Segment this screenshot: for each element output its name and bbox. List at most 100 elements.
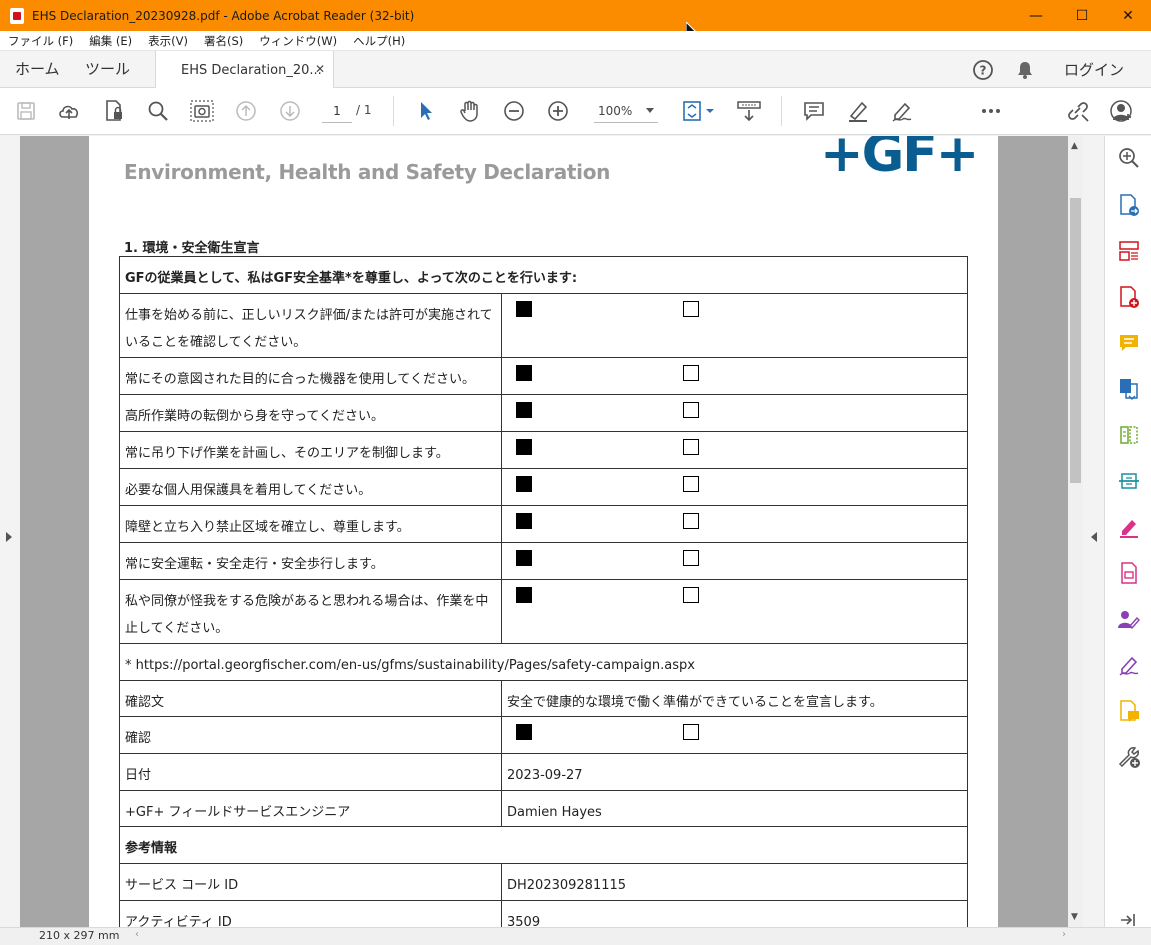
checked-checkbox[interactable] — [516, 439, 532, 455]
scroll-up-icon[interactable]: ▲ — [1071, 141, 1078, 151]
svg-text:?: ? — [980, 63, 987, 77]
menu-window[interactable]: ウィンドウ(W) — [251, 33, 345, 49]
protect-document-icon[interactable] — [102, 99, 126, 123]
scroll-down-icon[interactable]: ▼ — [1071, 912, 1078, 922]
declaration-table: GFの従業員として、私はGF安全基準*を尊重し、よって次のことを行います: 仕事… — [119, 256, 968, 927]
date-value: 2023-09-27 — [501, 753, 968, 791]
share-link-icon[interactable] — [1066, 99, 1090, 123]
checked-checkbox[interactable] — [516, 365, 532, 381]
add-account-icon[interactable] — [1110, 99, 1134, 123]
tab-tools[interactable]: ツール — [85, 51, 130, 88]
create-pdf-icon[interactable] — [1117, 285, 1141, 309]
toolbar-divider — [393, 96, 394, 126]
more-tools-icon[interactable] — [979, 99, 1003, 123]
checked-checkbox[interactable] — [516, 476, 532, 492]
zoom-out-icon[interactable] — [502, 99, 526, 123]
scan-ocr-icon[interactable] — [1117, 469, 1141, 493]
checked-checkbox[interactable] — [516, 402, 532, 418]
select-cursor-icon[interactable] — [414, 99, 438, 123]
highlight-pen-icon[interactable] — [846, 99, 870, 123]
comment-tool-icon[interactable] — [1117, 331, 1141, 355]
scroll-right-icon[interactable]: › — [1062, 929, 1066, 940]
scroll-mode-icon[interactable] — [737, 99, 761, 123]
notifications-bell-icon[interactable] — [1014, 59, 1036, 81]
right-panel-toggle[interactable] — [1083, 136, 1104, 927]
unchecked-checkbox[interactable] — [683, 724, 699, 740]
unchecked-checkbox[interactable] — [683, 439, 699, 455]
checked-checkbox[interactable] — [516, 301, 532, 317]
unchecked-checkbox[interactable] — [683, 513, 699, 529]
search-icon[interactable] — [146, 99, 170, 123]
checklist-item: 常に安全運転・安全走行・安全歩行します。 — [119, 542, 502, 580]
engineer-label: +GF+ フィールドサービスエンジニア — [119, 790, 502, 827]
menu-edit[interactable]: 編集 (E) — [81, 33, 140, 49]
footnote-link[interactable]: * https://portal.georgfischer.com/en-us/… — [119, 643, 968, 681]
horizontal-scrollbar[interactable]: ‹ › — [130, 929, 1068, 942]
hand-tool-icon[interactable] — [458, 99, 482, 123]
scroll-left-icon[interactable]: ‹ — [135, 929, 139, 940]
fill-sign-icon[interactable] — [890, 99, 914, 123]
checked-checkbox[interactable] — [516, 513, 532, 529]
menu-file[interactable]: ファイル (F) — [0, 33, 81, 49]
send-for-comments-icon[interactable] — [1117, 699, 1141, 723]
close-window-button[interactable]: ✕ — [1105, 0, 1151, 31]
comment-icon[interactable] — [802, 99, 826, 123]
close-tab-icon[interactable]: ✕ — [315, 62, 325, 76]
tools-panel — [1104, 136, 1151, 927]
minimize-button[interactable]: — — [1013, 0, 1059, 31]
activity-label: アクティビティ ID — [119, 900, 502, 927]
export-pdf-icon[interactable] — [1117, 193, 1141, 217]
table-row: 仕事を始める前に、正しいリスク評価/または許可が実施されていることを確認してくだ… — [119, 293, 968, 358]
unchecked-checkbox[interactable] — [683, 301, 699, 317]
checkbox-cell — [501, 357, 968, 395]
scrollbar-thumb[interactable] — [1070, 198, 1081, 483]
unchecked-checkbox[interactable] — [683, 476, 699, 492]
checklist-item: 仕事を始める前に、正しいリスク評価/または許可が実施されていることを確認してくだ… — [119, 293, 502, 358]
fill-and-sign-icon[interactable] — [1117, 515, 1141, 539]
certificates-icon[interactable] — [1117, 653, 1141, 677]
tab-document[interactable]: EHS Declaration_20... ✕ — [155, 51, 334, 89]
edit-pdf-icon[interactable] — [1117, 561, 1141, 585]
zoom-search-icon[interactable] — [1117, 146, 1141, 170]
table-row: 常にその意図された目的に合った機器を使用してください。 — [119, 357, 968, 395]
checklist-item: 私や同僚が怪我をする危険があると思われる場合は、作業を中止してください。 — [119, 579, 502, 644]
unchecked-checkbox[interactable] — [683, 587, 699, 603]
checked-checkbox[interactable] — [516, 587, 532, 603]
vertical-scrollbar[interactable]: ▲ ▼ — [1068, 136, 1083, 927]
save-icon[interactable] — [14, 99, 38, 123]
zoom-in-icon[interactable] — [546, 99, 570, 123]
unchecked-checkbox[interactable] — [683, 365, 699, 381]
cloud-upload-icon[interactable] — [57, 99, 81, 123]
checked-checkbox[interactable] — [516, 550, 532, 566]
table-header: GFの従業員として、私はGF安全基準*を尊重し、よって次のことを行います: — [119, 256, 968, 294]
request-signature-icon[interactable] — [1117, 607, 1141, 631]
previous-page-icon[interactable] — [234, 99, 258, 123]
next-page-icon[interactable] — [278, 99, 302, 123]
unchecked-checkbox[interactable] — [683, 402, 699, 418]
login-button[interactable]: ログイン — [1064, 59, 1124, 80]
table-row: 確認文 安全で健康的な環境で働く準備ができていることを宣言します。 — [119, 680, 968, 717]
unchecked-checkbox[interactable] — [683, 550, 699, 566]
left-panel-toggle[interactable] — [0, 136, 20, 927]
fit-page-icon[interactable] — [682, 99, 716, 123]
reference-heading: 参考情報 — [119, 826, 968, 864]
combine-files-icon[interactable] — [1117, 377, 1141, 401]
compare-files-icon[interactable] — [1117, 423, 1141, 447]
page-number-input[interactable] — [322, 99, 352, 123]
tab-home[interactable]: ホーム — [15, 51, 60, 88]
engineer-value: Damien Hayes — [501, 790, 968, 827]
section-heading: 1. 環境・安全衛生宣言 — [124, 241, 260, 256]
organize-pages-icon[interactable] — [1117, 239, 1141, 263]
menu-sign[interactable]: 署名(S) — [196, 33, 251, 49]
snapshot-camera-icon[interactable] — [190, 99, 214, 123]
checked-checkbox[interactable] — [516, 724, 532, 740]
table-row: 障壁と立ち入り禁止区域を確立し、尊重します。 — [119, 505, 968, 543]
document-viewport: Environment, Health and Safety Declarati… — [0, 136, 1104, 927]
more-tools-wrench-icon[interactable] — [1117, 745, 1141, 769]
help-icon[interactable]: ? — [972, 59, 994, 81]
zoom-level-dropdown[interactable]: 100% — [594, 99, 658, 123]
date-label: 日付 — [119, 753, 502, 791]
maximize-button[interactable]: ☐ — [1059, 0, 1105, 31]
menu-help[interactable]: ヘルプ(H) — [345, 33, 413, 49]
menu-view[interactable]: 表示(V) — [140, 33, 196, 49]
